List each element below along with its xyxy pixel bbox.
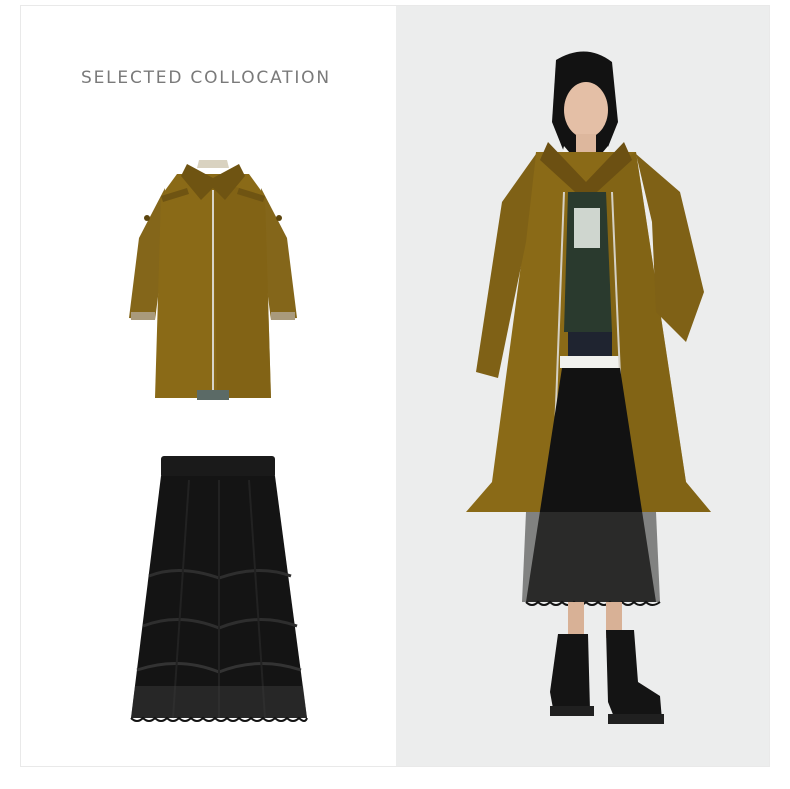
products-panel: SELECTED COLLOCATION [21, 6, 393, 766]
model-photo-panel [396, 6, 769, 766]
coat-product-image[interactable] [125, 148, 301, 410]
black-lace-skirt-icon [130, 456, 308, 722]
model-photo[interactable] [456, 42, 716, 762]
section-title: SELECTED COLLOCATION [81, 68, 331, 88]
model-figure-icon [466, 51, 711, 724]
collocation-card: SELECTED COLLOCATION [20, 5, 770, 767]
skirt-product-image[interactable] [129, 456, 309, 728]
mustard-coat-icon [129, 160, 297, 400]
